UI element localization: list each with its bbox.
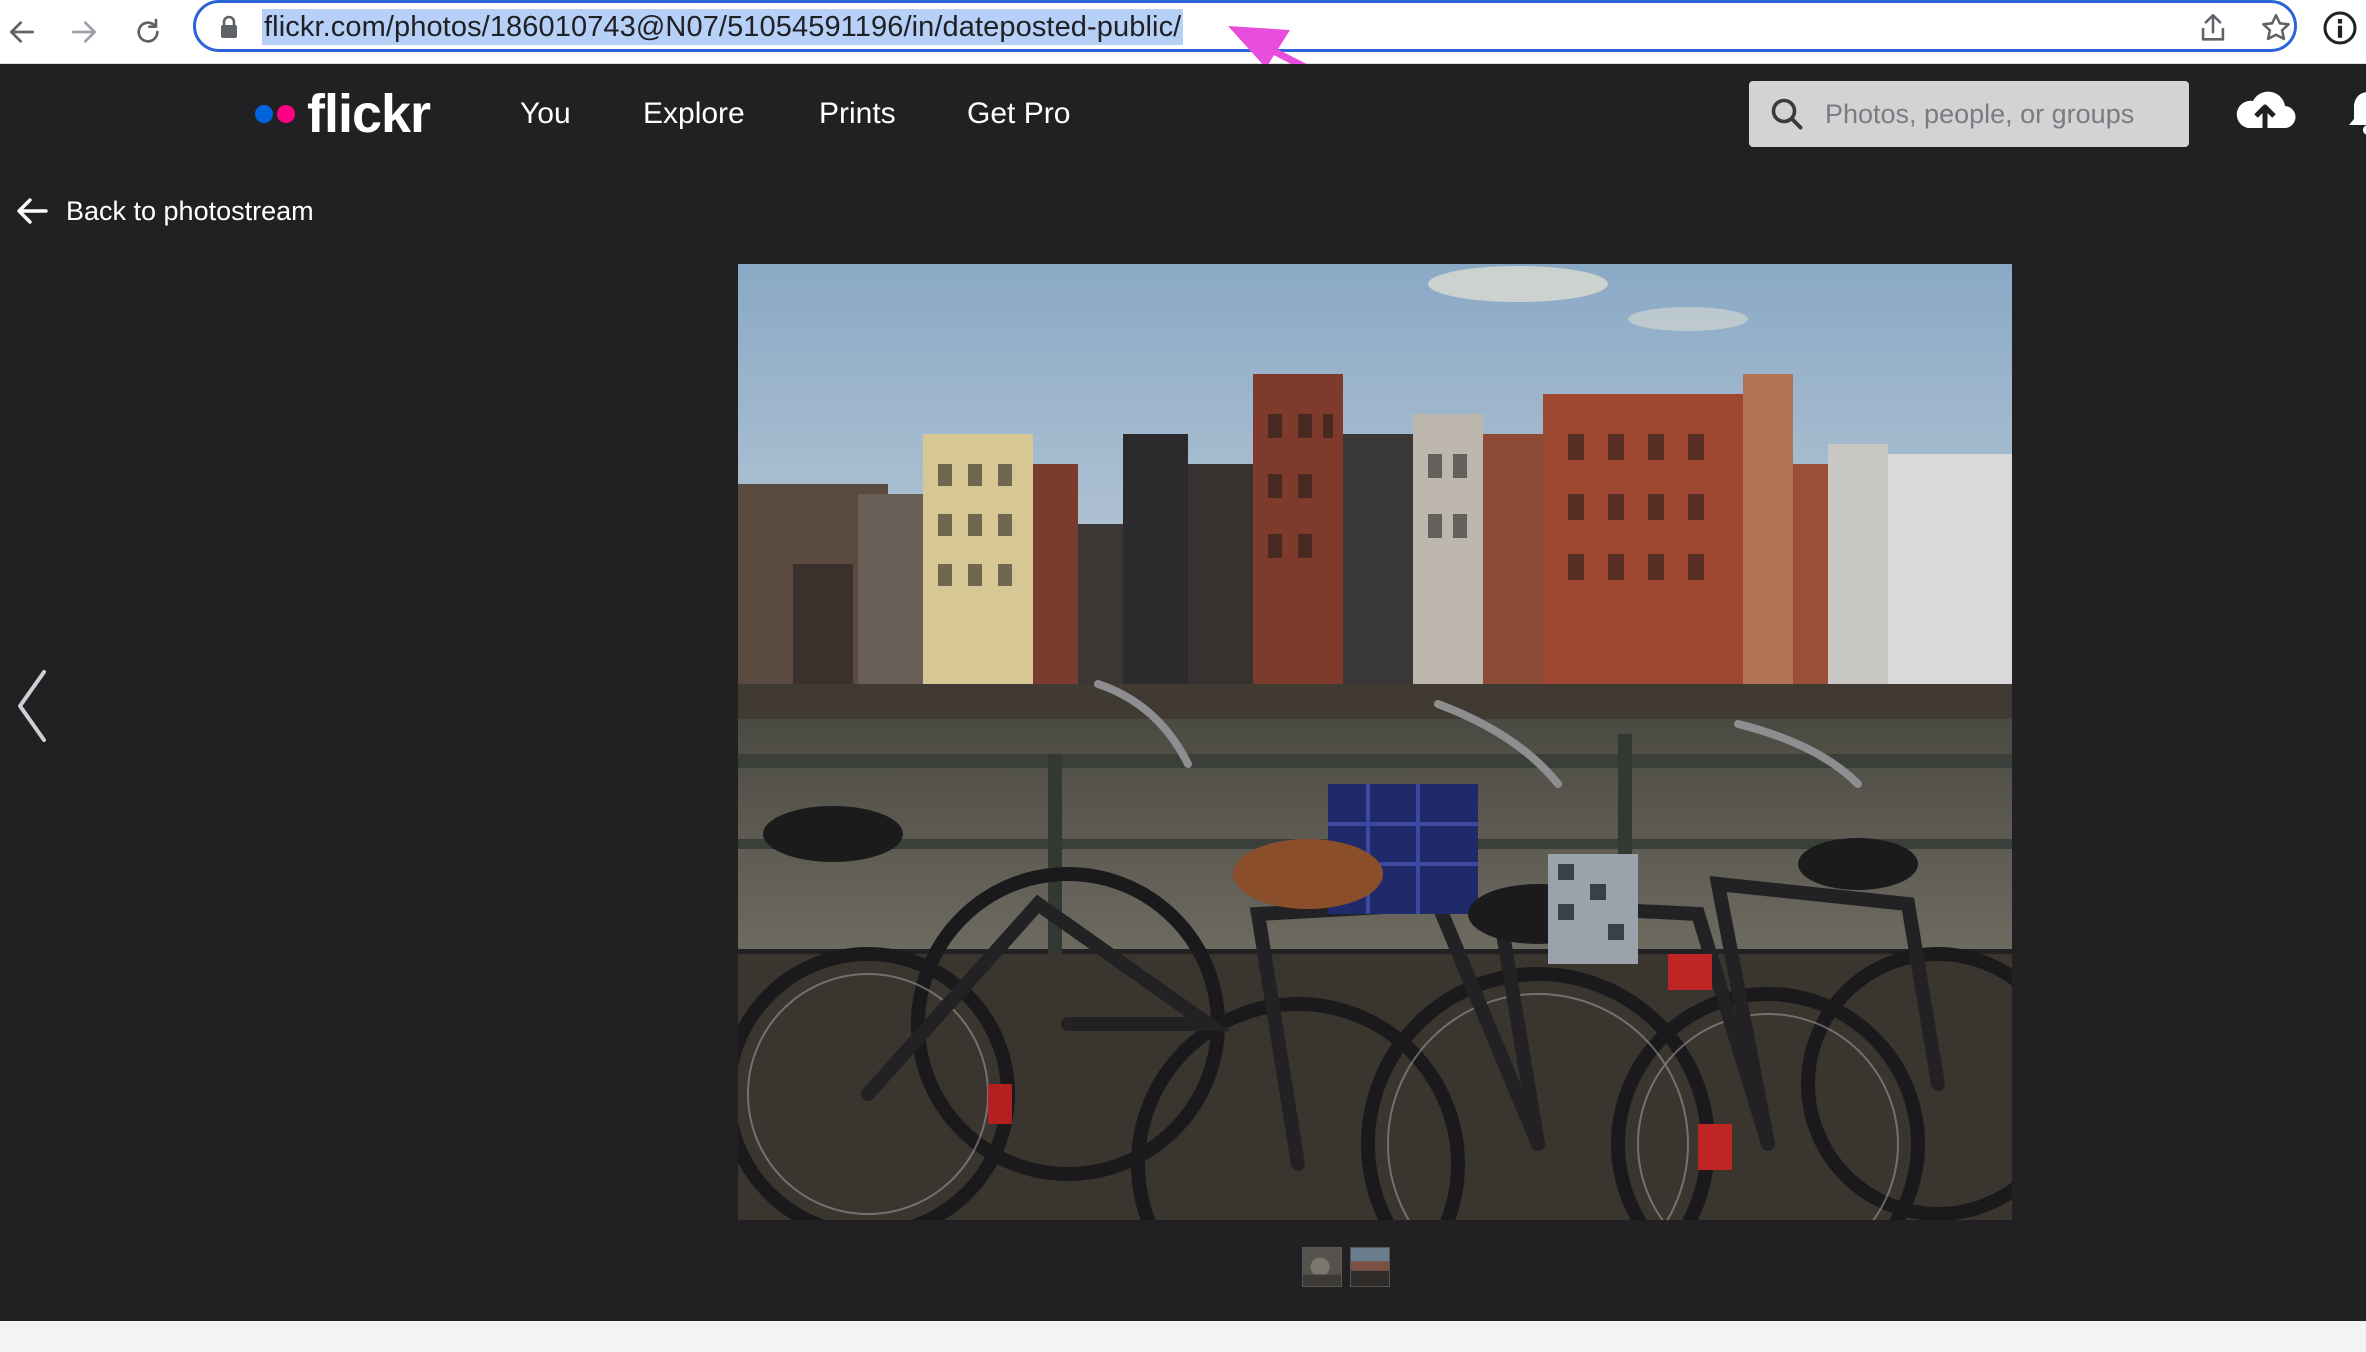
back-arrow-icon[interactable] bbox=[0, 6, 48, 58]
logo-text: flickr bbox=[307, 84, 431, 144]
lock-icon bbox=[221, 15, 237, 38]
photo-page: Back to photostream bbox=[0, 163, 2366, 1321]
nav-explore[interactable]: Explore bbox=[643, 96, 745, 132]
logo-pink-dot bbox=[277, 105, 295, 123]
back-link-label: Back to photostream bbox=[66, 196, 314, 226]
flickr-logo[interactable]: flickr bbox=[255, 84, 431, 144]
back-arrow-icon bbox=[17, 198, 48, 224]
search-input[interactable] bbox=[1825, 81, 2175, 147]
url-text[interactable]: flickr.com/photos/186010743@N07/51054591… bbox=[262, 9, 1184, 45]
flickr-header: flickr You Explore Prints Get Pro bbox=[0, 64, 2366, 163]
logo-blue-dot bbox=[255, 105, 273, 123]
share-icon[interactable] bbox=[2196, 11, 2230, 45]
thumbnail-strip bbox=[1302, 1247, 1390, 1287]
search-icon bbox=[1771, 98, 1803, 130]
forward-arrow-icon[interactable] bbox=[58, 6, 110, 58]
browser-toolbar: flickr.com/photos/186010743@N07/51054591… bbox=[0, 0, 2366, 64]
thumbnail-2[interactable] bbox=[1350, 1247, 1390, 1287]
nav-prints[interactable]: Prints bbox=[819, 96, 896, 132]
main-photo[interactable] bbox=[738, 264, 2012, 1220]
star-icon[interactable] bbox=[2259, 11, 2293, 45]
previous-photo-arrow-icon[interactable] bbox=[14, 668, 48, 744]
info-icon[interactable] bbox=[2322, 10, 2358, 46]
page-footer-strip bbox=[0, 1321, 2366, 1352]
reload-icon[interactable] bbox=[122, 6, 174, 58]
back-to-photostream-link[interactable]: Back to photostream bbox=[16, 193, 314, 229]
nav-get-pro[interactable]: Get Pro bbox=[967, 96, 1070, 132]
search-box[interactable] bbox=[1749, 81, 2189, 147]
bell-icon[interactable] bbox=[2338, 86, 2366, 140]
upload-cloud-icon[interactable] bbox=[2234, 84, 2296, 140]
thumbnail-1[interactable] bbox=[1302, 1247, 1342, 1287]
nav-you[interactable]: You bbox=[520, 96, 571, 132]
